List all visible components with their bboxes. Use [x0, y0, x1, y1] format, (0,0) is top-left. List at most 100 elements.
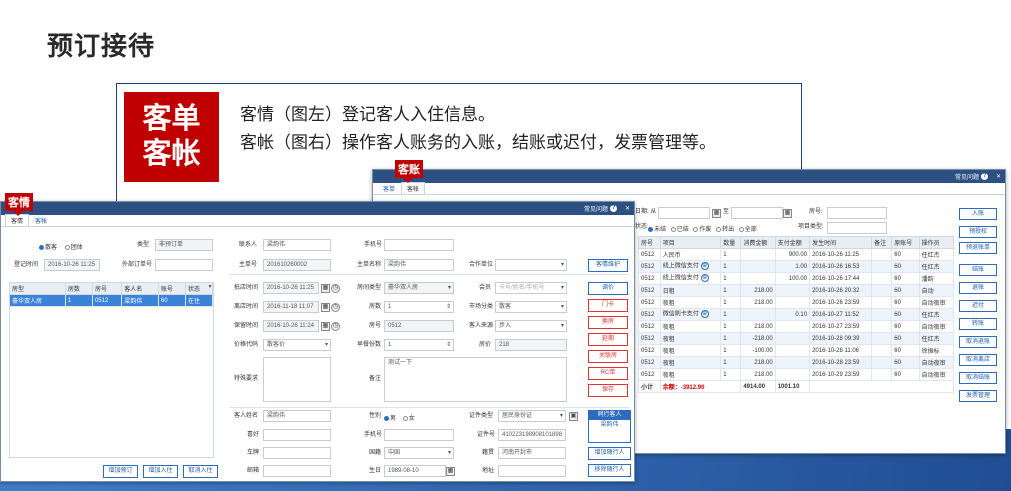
radio-group[interactable]	[64, 244, 70, 250]
table-row[interactable]: 0512 夜租 1 218.00 2016-10-29 23:59 60 自动夜审	[638, 368, 955, 381]
defer-pay-button[interactable]: 迟付	[959, 300, 997, 312]
companion-item[interactable]: 梁韵伟	[589, 420, 630, 430]
save-button[interactable]: 保存	[588, 384, 628, 397]
birth-field[interactable]: 1989-08-10	[384, 465, 446, 477]
table-row[interactable]: 0512 日租 1 218.00 2016-10-26 20:32 60 自动	[638, 284, 955, 297]
leave-field[interactable]: 2016-11-18 11:07	[263, 301, 319, 313]
room-type-select[interactable]: 豪华双人房	[384, 282, 454, 294]
unit-label: 合作单位	[469, 262, 494, 268]
guest-faq-link[interactable]: 常见问题?	[584, 204, 617, 213]
linked-room-button[interactable]: 关联房	[588, 350, 628, 363]
invoice-button[interactable]: 发票管理	[959, 390, 997, 402]
price-code-select[interactable]: 散客价	[263, 339, 331, 351]
add-companion-button[interactable]: 增加随行人	[588, 447, 631, 460]
clock-icon[interactable]: ◷	[331, 284, 340, 293]
clock-icon[interactable]: ◷	[331, 303, 340, 312]
add-booking-button[interactable]: 增加预订	[103, 465, 138, 478]
status-radio-transfer[interactable]	[716, 226, 722, 232]
cancel-checkout-button[interactable]: 取消结账	[959, 372, 997, 384]
native-field[interactable]: 河南开封市	[498, 447, 566, 459]
add-checkin-button[interactable]: 增加入住	[143, 465, 178, 478]
filter-to-input[interactable]	[731, 207, 783, 219]
arrive-field[interactable]: 2016-10-26 11:25	[263, 282, 319, 294]
status-radio-unsettled[interactable]	[648, 226, 653, 232]
rc-sheet-button[interactable]: RC单	[588, 367, 628, 380]
pre-auth-button[interactable]: 预授权	[959, 226, 997, 238]
addr-field[interactable]	[498, 465, 566, 477]
table-row[interactable]: 0512 夜租 1 218.00 2016-10-27 23:59 60 自动夜审	[638, 320, 955, 333]
tab-guest-sheet[interactable]: 客单	[377, 182, 401, 194]
plate-field[interactable]	[263, 447, 331, 459]
contact-field[interactable]: 梁韵伟	[263, 239, 331, 251]
tab-guest-account[interactable]: 客帐	[29, 214, 53, 226]
unit-select[interactable]	[495, 259, 567, 271]
table-row[interactable]: 0512 夜租 1 218.00 2016-10-28 23:59 60 自动夜审	[638, 356, 955, 369]
price-field[interactable]: 218	[495, 339, 567, 351]
rooms-stepper[interactable]: 1	[384, 301, 454, 313]
change-room-button[interactable]: 换房	[588, 316, 628, 329]
cell-remark	[871, 344, 893, 357]
idno-field[interactable]: 410223198908101898	[498, 429, 566, 441]
table-row[interactable]: 0512 线上微信支付 ⊕ 1 1.00 2016-10-26 16:53 60 任红杰	[638, 260, 955, 273]
close-icon[interactable]: ✕	[625, 205, 630, 212]
table-row[interactable]: 0512 夜租 1 -100.00 2016-10-28 11:06 60 徐振标	[638, 344, 955, 357]
checkout-button[interactable]: 结账	[959, 264, 997, 276]
member-field[interactable]: 卡号/姓名/手机号	[495, 282, 567, 294]
guest-maintain-button[interactable]: 客情维护	[588, 259, 628, 272]
radio-female[interactable]	[402, 415, 408, 421]
table-row[interactable]: 0512 微信刷卡支付 ⊕ 1 0.10 2016-10-27 11:52 60 任红杰	[638, 308, 955, 321]
calendar-icon[interactable]: ▦	[321, 303, 330, 312]
filter-item-type-input[interactable]	[827, 222, 887, 234]
hobby-field[interactable]	[263, 429, 331, 441]
status-radio-void[interactable]	[693, 226, 699, 232]
clock-icon[interactable]: ◷	[331, 322, 340, 331]
remove-companion-button[interactable]: 移除随行人	[588, 464, 631, 477]
filter-from-input[interactable]	[658, 207, 710, 219]
hold-field[interactable]: 2016-10-26 11:24	[263, 320, 319, 332]
refund-button[interactable]: 退账	[959, 282, 997, 294]
table-row[interactable]: 0512 人民币 1 900.00 2016-10-26 11:25 60 任红杰	[638, 248, 955, 261]
cancel-checkin-button[interactable]: 取消入住	[183, 465, 218, 478]
transfer-button[interactable]: 转账	[959, 318, 997, 330]
tab-account[interactable]: 客帐	[401, 182, 426, 194]
status-radio-settled[interactable]	[670, 226, 676, 232]
main-name-field[interactable]: 梁韵伟	[384, 259, 454, 271]
radio-male[interactable]	[384, 415, 389, 421]
table-row[interactable]: 0512 夜租 1 218.00 2016-10-26 23:59 60 自动夜审	[638, 296, 955, 309]
calendar-icon[interactable]: ▦	[321, 322, 330, 331]
mobile-field[interactable]	[384, 239, 454, 251]
calendar-icon[interactable]: ▦	[321, 284, 330, 293]
id-card-reader-icon[interactable]: ▣	[569, 412, 578, 421]
remark-textarea[interactable]: 测试一下	[384, 357, 567, 402]
idtype-select[interactable]: 居民身份证	[498, 410, 566, 422]
table-row[interactable]: 0512 线上微信支付 ⊕ 1 100.00 2016-10-26 17:44 60 潘韵	[638, 272, 955, 285]
post-charge-button[interactable]: 入账	[959, 208, 997, 220]
phone-field[interactable]	[384, 429, 454, 441]
market-select[interactable]: 散客	[495, 301, 567, 313]
breakfast-stepper[interactable]: 1	[384, 339, 454, 351]
roomno-field[interactable]: 0512	[384, 320, 454, 332]
name-field[interactable]: 梁韵伟	[263, 410, 331, 422]
cell-operator: 自动夜审	[918, 296, 955, 309]
pre-checkout-bill-button[interactable]: 预退账单	[959, 242, 997, 254]
special-textarea[interactable]	[263, 357, 331, 402]
country-select[interactable]: 中国	[384, 447, 454, 459]
door-card-button[interactable]: 门卡	[588, 299, 628, 312]
ext-order-field[interactable]	[155, 259, 213, 271]
cancel-departure-button[interactable]: 取消离店	[959, 354, 997, 366]
extend-button[interactable]: 延期	[588, 333, 628, 346]
table-row[interactable]: 0512 夜租 1 -218.00 2016-10-28 09:39 60 任红杰	[638, 332, 955, 345]
cancel-refund-button[interactable]: 取消退账	[959, 336, 997, 348]
mail-field[interactable]	[263, 465, 331, 477]
close-icon[interactable]: ✕	[996, 173, 1001, 180]
adjust-price-button[interactable]: 调价	[588, 282, 628, 295]
calendar-icon[interactable]: ▦	[783, 209, 792, 218]
calendar-icon[interactable]: ▦	[712, 209, 721, 218]
source-select[interactable]: 步入	[495, 320, 567, 332]
status-radio-all[interactable]	[738, 226, 744, 232]
reg-time-label: 登记时间	[14, 262, 39, 268]
calendar-icon[interactable]: ▦	[446, 467, 455, 476]
filter-room-input[interactable]	[827, 207, 887, 219]
radio-individual[interactable]	[39, 244, 44, 250]
account-faq-link[interactable]: 常见问题?	[955, 172, 988, 181]
